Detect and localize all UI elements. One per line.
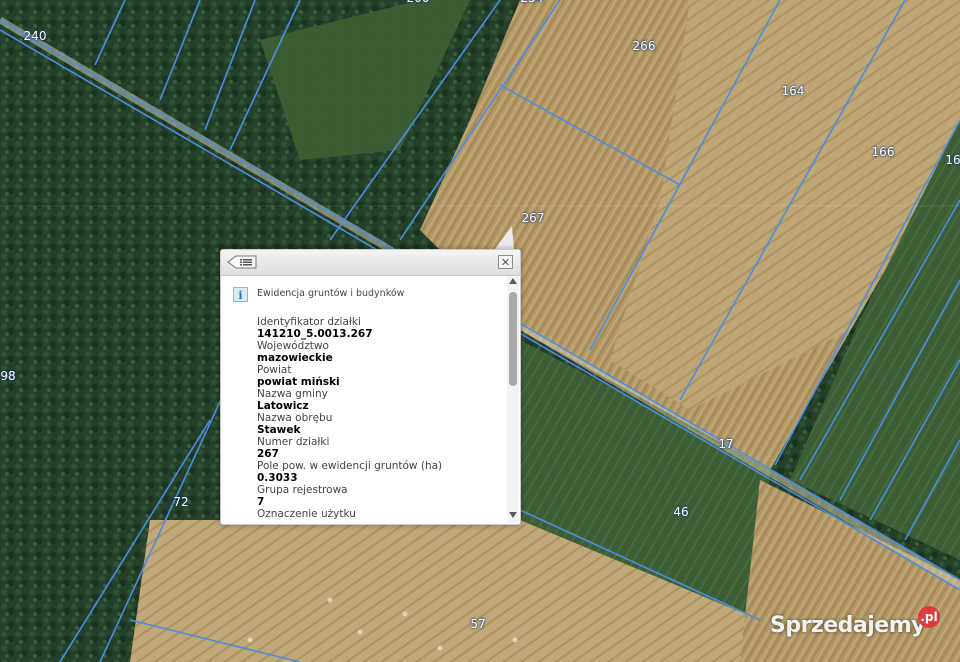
parcel-label: 166 xyxy=(871,145,895,159)
parcel-label: 98 xyxy=(0,369,16,383)
field-value: 7 xyxy=(257,496,265,508)
popup-scrollbar[interactable] xyxy=(507,276,519,523)
parcel-label: 267 xyxy=(521,211,545,225)
field-value: 141210_5.0013.267 xyxy=(257,328,373,340)
parcel-label: 16 xyxy=(945,153,960,167)
field-value: Stawek xyxy=(257,424,301,436)
parcel-label: 46 xyxy=(673,505,689,519)
field-label: Grupa rejestrowa xyxy=(257,484,348,496)
parcel-label: 17 xyxy=(718,437,734,451)
field-value: Latowicz xyxy=(257,400,309,412)
close-icon[interactable]: ✕ xyxy=(498,255,513,269)
parcel-label: 57 xyxy=(470,617,486,631)
scroll-down-icon[interactable] xyxy=(509,512,517,518)
section-title: Ewidencja gruntów i budynków xyxy=(257,288,405,299)
popup-body: i Ewidencja gruntów i budynków Identyfik… xyxy=(221,276,507,524)
field-value: powiat miński xyxy=(257,376,340,388)
field-label: Identyfikator działki xyxy=(257,316,361,328)
parcel-label: 200 xyxy=(407,0,430,5)
field-label: Pole pow. w ewidencji gruntów (ha) xyxy=(257,460,443,472)
field-label: Numer działki xyxy=(257,436,330,448)
field-label: Oznaczenie użytku xyxy=(257,508,356,520)
parcel-label: 72 xyxy=(173,495,189,509)
field-label: Nazwa gminy xyxy=(257,388,328,400)
parcel-label: 254 xyxy=(521,0,544,5)
parcel-label: 266 xyxy=(632,39,656,53)
field-value: 0.3033 xyxy=(257,472,298,484)
field-label: Województwo xyxy=(257,340,329,352)
parcel-label: 240 xyxy=(23,29,47,43)
back-to-list-icon[interactable] xyxy=(227,254,257,270)
brand-watermark: Sprzedajemy xyxy=(770,613,926,638)
brand-badge: .pl xyxy=(918,606,940,628)
attribute-list: Identyfikator działki 141210_5.0013.267 … xyxy=(257,316,497,524)
field-value xyxy=(257,520,497,524)
field-value: 267 xyxy=(257,448,279,460)
scroll-thumb[interactable] xyxy=(509,292,517,386)
field-value: mazowieckie xyxy=(257,352,333,364)
scroll-up-icon[interactable] xyxy=(509,278,517,284)
parcel-label: 164 xyxy=(781,84,805,98)
field-label: Nazwa obrębu xyxy=(257,412,333,424)
field-label: Powiat xyxy=(257,364,292,376)
popup-header: ✕ xyxy=(221,250,520,276)
parcel-info-popup: ✕ i Ewidencja gruntów i budynków Identyf… xyxy=(220,249,521,525)
info-icon: i xyxy=(233,287,248,302)
